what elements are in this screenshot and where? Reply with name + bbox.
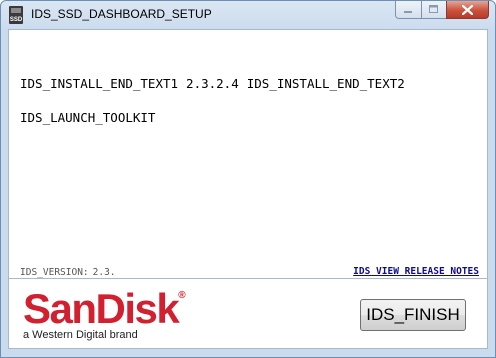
window-controls (395, 1, 489, 20)
finish-button[interactable]: IDS_FINISH (360, 299, 466, 331)
maximize-icon (429, 5, 438, 13)
close-icon (462, 4, 473, 15)
registered-mark: ® (178, 290, 185, 301)
title-bar[interactable]: SSD IDS_SSD_DASHBOARD_SETUP (1, 1, 495, 29)
launch-toolkit-text: IDS_LAUNCH_TOOLKIT (20, 110, 156, 125)
installed-version: 2.3.2.4 (186, 76, 239, 91)
install-end-message: IDS_INSTALL_END_TEXT1 2.3.2.4 IDS_INSTALL_… (20, 76, 413, 91)
sandisk-logo: SanDisk® a Western Digital brand (23, 285, 186, 342)
install-end-text1: IDS_INSTALL_END_TEXT1 (20, 76, 179, 91)
view-release-notes-link[interactable]: IDS VIEW RELEASE NOTES (353, 266, 479, 277)
version-info: IDS_VERSION: 2.3. (20, 267, 120, 278)
content-panel: IDS_INSTALL_END_TEXT1 2.3.2.4 IDS_INSTALL_… (8, 29, 488, 279)
version-label: IDS_VERSION: (20, 267, 89, 278)
footer-panel: SanDisk® a Western Digital brand IDS_FIN… (8, 279, 488, 349)
install-end-text2: IDS_INSTALL_END_TEXT2 (246, 76, 405, 91)
minimize-icon (404, 10, 412, 13)
brand-name: SanDisk (23, 285, 180, 332)
window-title: IDS_SSD_DASHBOARD_SETUP (31, 7, 212, 21)
close-button[interactable] (446, 1, 489, 19)
maximize-button[interactable] (421, 1, 446, 19)
setup-window: SSD IDS_SSD_DASHBOARD_SETUP IDS_INSTALL_… (0, 0, 496, 358)
minimize-button[interactable] (395, 1, 421, 19)
svg-text:SSD: SSD (10, 17, 23, 23)
version-value: 2.3. (92, 267, 116, 278)
ssd-drive-icon: SSD (9, 6, 23, 24)
